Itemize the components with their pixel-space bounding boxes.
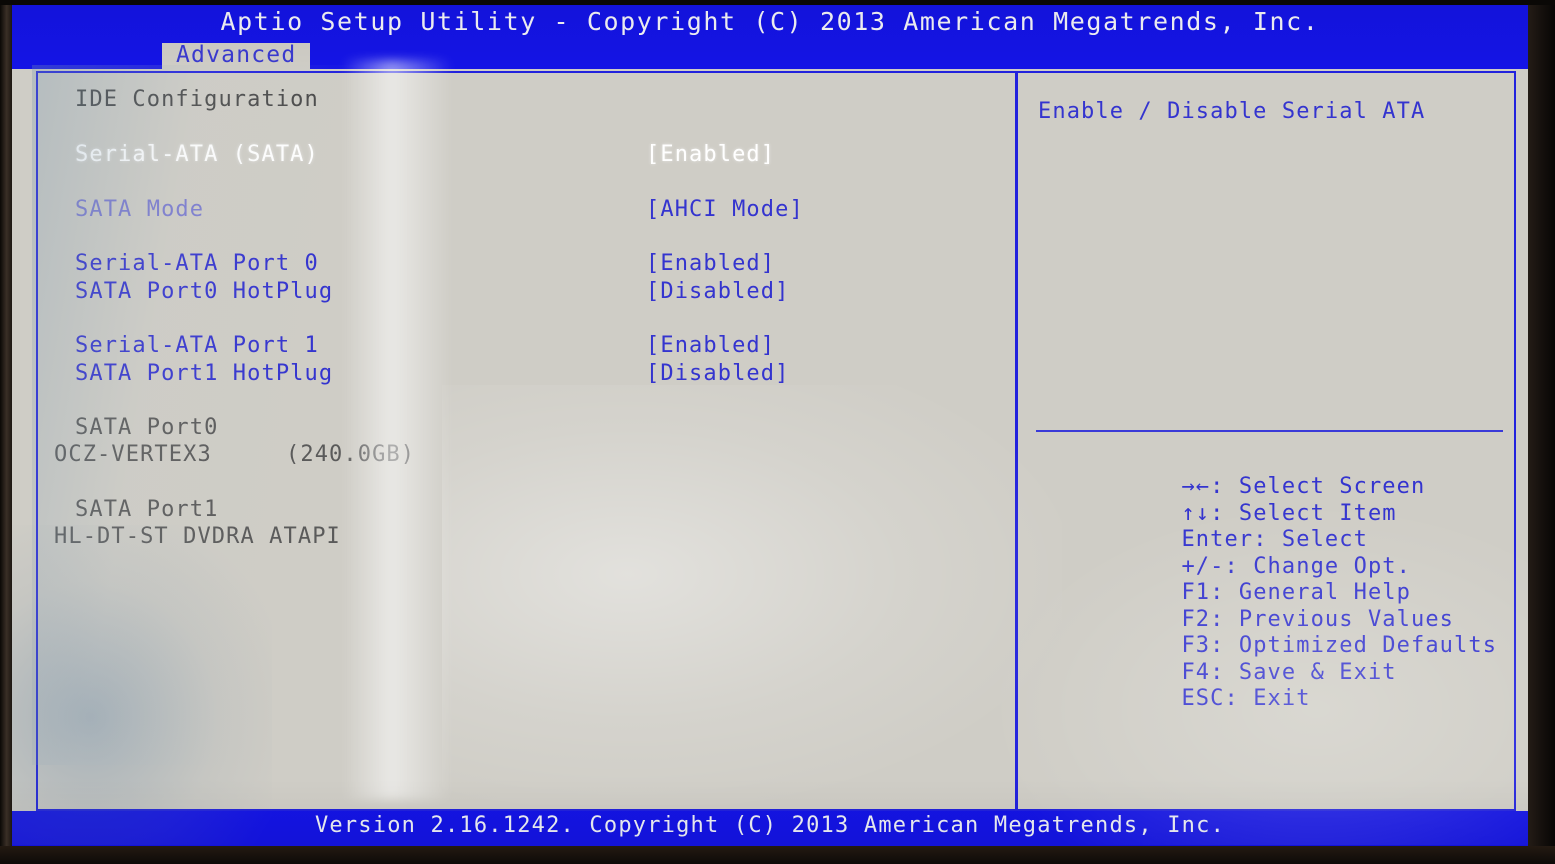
setting-label-port0-hotplug: SATA Port0 HotPlug (75, 279, 334, 304)
setting-value-sata-mode[interactable]: [AHCI Mode] (646, 197, 804, 222)
setting-row-port0[interactable]: Serial-ATA Port 0 [Enabled] (48, 251, 1008, 278)
setting-row-port1-hotplug[interactable]: SATA Port1 HotPlug [Disabled] (48, 361, 1008, 388)
setting-row-port1[interactable]: Serial-ATA Port 1 [Enabled] (48, 333, 1008, 360)
monitor-bezel-left (0, 0, 12, 864)
tab-strip: Advanced (12, 43, 1528, 69)
arrows-ud-icon: ↑↓ (1181, 500, 1211, 526)
legend-desc-enter: : Select (1253, 527, 1368, 552)
legend-desc-f4: : Save & Exit (1210, 659, 1397, 685)
status-bar: Version 2.16.1242. Copyright (C) 2013 Am… (12, 811, 1528, 846)
esc-key-label: ESC (1181, 686, 1225, 711)
setting-row-serial-ata[interactable]: Serial-ATA (SATA) [Enabled] (48, 142, 1008, 169)
setting-label-port1-hotplug: SATA Port1 HotPlug (75, 361, 334, 386)
legend-desc-change-opt: : Change Opt. (1224, 553, 1411, 579)
setting-label-serial-ata: Serial-ATA (SATA) (75, 142, 319, 167)
version-string: Version 2.16.1242. Copyright (C) 2013 Am… (314, 813, 1226, 838)
pane-divider (1015, 71, 1018, 811)
bios-setup-screen: Aptio Setup Utility - Copyright (C) 2013… (12, 5, 1528, 846)
device-row-port1-info: HL-DT-ST DVDRA ATAPI (48, 524, 1008, 551)
setting-row-sata-mode[interactable]: SATA Mode [AHCI Mode] (48, 197, 1008, 224)
setting-value-port0[interactable]: [Enabled] (646, 251, 775, 276)
tab-advanced[interactable]: Advanced (162, 43, 311, 69)
setting-label-sata-mode: SATA Mode (75, 197, 205, 222)
legend-desc-select-item: : Select Item (1210, 500, 1397, 526)
plus-minus-key-label: +/- (1181, 553, 1225, 579)
monitor-bezel-bottom (0, 846, 1555, 864)
f2-key-label: F2 (1181, 606, 1211, 632)
legend-desc-f3: : Optimized Defaults (1210, 633, 1498, 658)
setting-value-serial-ata[interactable]: [Enabled] (646, 142, 775, 167)
device-port0-model: OCZ-VERTEX3 (54, 442, 212, 467)
setting-value-port1[interactable]: [Enabled] (646, 333, 775, 358)
setting-value-port0-hotplug[interactable]: [Disabled] (646, 279, 789, 304)
device-port0-capacity: (240.0GB) (286, 442, 416, 467)
device-row-port0-label: SATA Port0 (48, 415, 1008, 442)
device-row-port1-label: SATA Port1 (48, 497, 1008, 524)
legend-desc-select-screen: : Select Screen (1210, 474, 1426, 499)
settings-pane: IDE Configuration Serial-ATA (SATA) [Ena… (48, 83, 1008, 799)
setting-row-port0-hotplug[interactable]: SATA Port0 HotPlug [Disabled] (48, 279, 1008, 306)
legend-desc-esc: : Exit (1224, 686, 1311, 711)
arrows-lr-icon: →← (1181, 474, 1211, 499)
monitor-photo: Aptio Setup Utility - Copyright (C) 2013… (0, 0, 1555, 864)
app-title: Aptio Setup Utility - Copyright (C) 2013… (220, 7, 1320, 36)
f1-key-label: F1 (1181, 580, 1211, 605)
help-pane: Enable / Disable Serial ATA →←: Select S… (1028, 83, 1506, 799)
legend-desc-f2: : Previous Values (1210, 606, 1455, 632)
legend-desc-f1: : General Help (1210, 580, 1411, 605)
f3-key-label: F3 (1181, 633, 1211, 658)
help-description: Enable / Disable Serial ATA (1038, 99, 1426, 124)
legend-row-select-screen: →←: Select Screen (1038, 449, 1508, 499)
setting-value-port1-hotplug[interactable]: [Disabled] (646, 361, 789, 386)
device-port0-label: SATA Port0 (75, 415, 219, 440)
device-port1-label: SATA Port1 (75, 497, 219, 522)
setting-label-port1: Serial-ATA Port 1 (75, 333, 319, 358)
monitor-bezel-right (1528, 0, 1555, 864)
section-title: IDE Configuration (75, 87, 319, 112)
title-bar: Aptio Setup Utility - Copyright (C) 2013… (12, 5, 1528, 43)
setting-label-port0: Serial-ATA Port 0 (75, 251, 319, 276)
enter-key-label: Enter (1181, 527, 1254, 552)
section-title-row: IDE Configuration (48, 87, 1008, 114)
help-separator (1036, 430, 1503, 432)
device-port1-model: HL-DT-ST DVDRA ATAPI (54, 524, 341, 549)
f4-key-label: F4 (1181, 659, 1211, 685)
key-legend: →←: Select Screen ↑↓: Select Item Enter:… (1038, 449, 1508, 711)
device-row-port0-info: OCZ-VERTEX3 (240.0GB) (48, 442, 1008, 469)
monitor-bezel-top (0, 0, 1555, 5)
